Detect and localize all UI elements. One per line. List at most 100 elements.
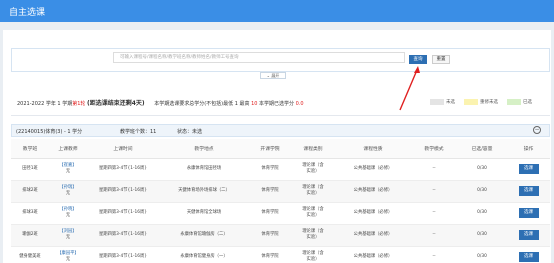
- table-header-row: 教学班 上课教师 上课时间 教学地点 开课学院 课程类别 课程性质 教学模式 已选/容量 操作: [11, 139, 550, 159]
- teacher-cell: 【孙瑞】无: [49, 180, 87, 203]
- college: 体育学院: [249, 224, 291, 247]
- column-header: 课程性质: [335, 139, 411, 159]
- teacher-link[interactable]: 【孙瑞】: [59, 185, 76, 190]
- credit-requirement-label: 本学期选课要求总学分(不包括)最低 1 最高: [154, 101, 250, 107]
- course-status: 状态：未选: [177, 129, 203, 135]
- course-nature: 公共基础课（必修）: [335, 246, 411, 263]
- teaching-mode: --: [411, 158, 457, 181]
- max-credit-value: 10: [251, 101, 258, 107]
- category-line-2: 实验）: [306, 213, 320, 218]
- college: 体育学院: [249, 246, 291, 263]
- round-label: 第1轮: [72, 101, 86, 107]
- class-time: 星期四第3-4节{1-16周}: [87, 180, 159, 203]
- category-line-2: 实验）: [306, 169, 320, 174]
- select-course-button[interactable]: 选课: [518, 252, 539, 262]
- select-course-button[interactable]: 选课: [518, 186, 539, 196]
- class-name: 排球2班: [11, 180, 49, 203]
- course-header[interactable]: (22140015)体育(3) - 1 学分 教学班个数：11 状态：未选: [11, 124, 550, 137]
- collapse-icon[interactable]: −: [533, 126, 541, 134]
- college: 体育学院: [249, 158, 291, 181]
- legend-swatch-retake: [464, 99, 478, 105]
- class-name: 健身健美班: [11, 246, 49, 263]
- table-row: 瑜伽2班 【刘园】无星期四第3-4节{1-16周} 永康体育馆瑜伽房（二） 体育学院理…: [11, 224, 550, 247]
- teacher-cell: 【孙晓】无: [49, 202, 87, 225]
- teacher-cell: 【康园平】无: [49, 246, 87, 263]
- teacher-link[interactable]: 【康园平】: [57, 251, 78, 256]
- selected-capacity: 0/30: [457, 224, 507, 247]
- column-header: 上课教师: [49, 139, 87, 159]
- category-line-1: 理论课（含: [302, 229, 324, 235]
- course-code: (22140015)体育(3) - 1 学分: [16, 129, 83, 135]
- class-table: 教学班 上课教师 上课时间 教学地点 开课学院 课程类别 课程性质 教学模式 已选/容量 操作 田…: [11, 139, 550, 263]
- column-header: 教学模式: [411, 139, 457, 159]
- class-name: 田径1班: [11, 158, 49, 181]
- term-info: 2021-2022 学年 1 学期第1轮 (距选课结束还剩4天) 本学期选课要求…: [17, 98, 304, 107]
- course-category: 理论课（含 实验）: [291, 180, 335, 203]
- divider: [11, 115, 550, 116]
- teacher-sub: 无: [65, 235, 71, 240]
- course-category: 理论课（含 实验）: [291, 202, 335, 225]
- teacher-link[interactable]: 【刘园】: [59, 229, 76, 234]
- course-category: 理论课（含 实验）: [291, 224, 335, 247]
- select-course-button[interactable]: 选课: [518, 164, 539, 174]
- class-place: 永康体育馆健身房（一）: [159, 246, 249, 263]
- table-row: 排球2班 【孙瑞】无星期四第3-4节{1-16周} 天健体育场外场排球（二） 体育学院…: [11, 180, 550, 203]
- column-header: 开课学院: [249, 139, 291, 159]
- column-header: 教学班: [11, 139, 49, 159]
- teacher-sub: 无: [65, 169, 71, 174]
- legend-unselected: 未选: [446, 100, 455, 105]
- action-cell: 选课: [507, 180, 550, 203]
- teacher-sub: 无: [65, 257, 71, 262]
- course-nature: 公共基础课（必修）: [335, 158, 411, 181]
- selected-capacity: 0/30: [457, 202, 507, 225]
- teach-class-count: 教学班个数：11: [120, 129, 157, 135]
- select-course-button[interactable]: 选课: [518, 230, 539, 240]
- class-time: 星期四第3-4节{1-16周}: [87, 224, 159, 247]
- course-nature: 公共基础课（必修）: [335, 224, 411, 247]
- selected-capacity: 0/30: [457, 246, 507, 263]
- course-nature: 公共基础课（必修）: [335, 180, 411, 203]
- selected-capacity: 0/30: [457, 158, 507, 181]
- class-place: 永康体育馆田径场: [159, 158, 249, 181]
- class-place: 天健体育馆全球场: [159, 202, 249, 225]
- class-name: 瑜伽2班: [11, 224, 49, 247]
- teaching-mode: --: [411, 202, 457, 225]
- category-line-2: 实验）: [306, 257, 320, 262]
- deadline-label: (距选课结束还剩4天): [86, 100, 145, 107]
- column-header: 教学地点: [159, 139, 249, 159]
- selected-credit-value: 0.0: [295, 101, 304, 107]
- class-name: 排球3班: [11, 202, 49, 225]
- legend-swatch-selected: [507, 99, 521, 105]
- column-header: 课程类别: [291, 139, 335, 159]
- teacher-sub: 无: [65, 191, 71, 196]
- teaching-mode: --: [411, 246, 457, 263]
- teacher-cell: 【刘园】无: [49, 224, 87, 247]
- column-header: 已选/容量: [457, 139, 507, 159]
- class-time: 星期四第3-4节{1-16周}: [87, 158, 159, 181]
- course-category: 理论课（含 实验）: [291, 246, 335, 263]
- teacher-link[interactable]: 【崔嘉】: [59, 163, 76, 168]
- teacher-cell: 【崔嘉】无: [49, 158, 87, 181]
- category-line-1: 理论课（含: [302, 185, 324, 191]
- teacher-link[interactable]: 【孙晓】: [59, 207, 76, 212]
- select-course-button[interactable]: 选课: [518, 208, 539, 218]
- class-place: 永康体育馆瑜伽房（二）: [159, 224, 249, 247]
- course-nature: 公共基础课（必修）: [335, 202, 411, 225]
- table-row: 田径1班 【崔嘉】无星期四第3-4节{1-16周} 永康体育馆田径场 体育学院 理论课（…: [11, 158, 550, 181]
- action-cell: 选课: [507, 202, 550, 225]
- action-cell: 选课: [507, 246, 550, 263]
- college: 体育学院: [249, 202, 291, 225]
- category-line-1: 理论课（含: [302, 207, 324, 213]
- teacher-sub: 无: [65, 213, 71, 218]
- selected-capacity: 0/30: [457, 180, 507, 203]
- class-time: 星期四第3-4节{1-16周}: [87, 246, 159, 263]
- teaching-mode: --: [411, 180, 457, 203]
- legend-swatch-unselected: [430, 99, 444, 105]
- category-line-2: 实验）: [306, 191, 320, 196]
- teaching-mode: --: [411, 224, 457, 247]
- term-label: 2021-2022 学年 1 学期: [17, 101, 73, 107]
- selected-credit-label: 本学期已选学分: [259, 101, 295, 107]
- category-line-1: 理论课（含: [302, 163, 324, 169]
- legend-retake: 重修未选: [480, 100, 498, 105]
- course-category: 理论课（含 实验）: [291, 158, 335, 181]
